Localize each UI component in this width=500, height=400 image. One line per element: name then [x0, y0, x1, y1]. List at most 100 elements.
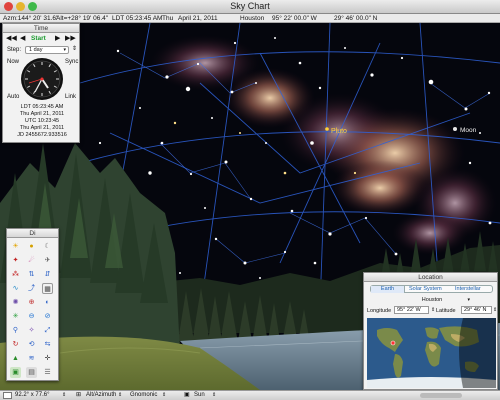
- moon-marker[interactable]: [453, 127, 457, 131]
- meridian-icon[interactable]: ⊘: [42, 311, 53, 322]
- field-of-view: 92.2° x 77.6°: [15, 392, 50, 398]
- pluto-label: Pluto: [331, 128, 347, 135]
- location-panel: Location Earth Solar System Interstellar…: [363, 272, 498, 390]
- longitude-readout: 95° 22' 00.0" W: [272, 15, 317, 22]
- longitude-field[interactable]: 95° 22' W: [394, 306, 429, 314]
- projection-select[interactable]: Gnomonic: [130, 391, 157, 400]
- chevron-down-icon: ▾: [467, 297, 470, 303]
- planet-icon[interactable]: ●: [26, 241, 37, 252]
- rotate-icon[interactable]: ⟲: [26, 339, 37, 350]
- step-back-double-button[interactable]: ◀◀: [6, 34, 17, 42]
- boundary-icon[interactable]: ⇅: [26, 269, 37, 280]
- galaxy-icon[interactable]: ✧: [26, 325, 37, 336]
- title-bar: Sky Chart: [0, 0, 500, 14]
- start-button[interactable]: Start: [31, 35, 46, 42]
- tab-solar-system[interactable]: Solar System: [409, 286, 442, 293]
- ldt-date: Thu April 21, 2011: [19, 111, 65, 117]
- step-select[interactable]: 1 day ▾: [25, 46, 69, 54]
- satellite-icon[interactable]: ✈: [42, 255, 53, 266]
- landscape-icon[interactable]: ▲: [10, 353, 21, 364]
- center-body-select[interactable]: Sun: [194, 391, 205, 400]
- latitude-stepper-icon[interactable]: ⇕: [493, 305, 497, 315]
- atmosphere-icon[interactable]: ≋: [26, 353, 37, 364]
- equator-icon[interactable]: ⊖: [26, 311, 37, 322]
- step-label: Step:: [7, 47, 22, 53]
- julian-date: JD 2455672.933516: [17, 132, 67, 138]
- auto-button[interactable]: Auto: [7, 94, 19, 100]
- time-panel: Time ◀◀ ◀ Start ▶ ▶▶ Step: 1 day ▾ ⇕ Now…: [2, 23, 80, 143]
- location-marker[interactable]: [390, 340, 396, 346]
- pluto-marker[interactable]: [325, 127, 329, 131]
- city-select[interactable]: Houston ▾: [392, 296, 472, 304]
- ecliptic-icon[interactable]: ⊕: [26, 297, 37, 308]
- window-title: Sky Chart: [230, 1, 270, 11]
- latitude-readout: 29° 46' 00.0" N: [334, 15, 378, 22]
- moon-phase-icon[interactable]: ☾: [42, 241, 53, 252]
- fov-dropdown-icon[interactable]: ⇕: [62, 391, 66, 400]
- body-dropdown-icon[interactable]: ⇕: [212, 391, 216, 400]
- location-coordinates: Longitude 95° 22' W ⇕ Latitude 29° 46' N…: [367, 306, 497, 316]
- tab-interstellar[interactable]: Interstellar: [455, 286, 481, 293]
- analog-clock-icon: [21, 58, 63, 100]
- projection-dropdown-icon[interactable]: ⇕: [162, 391, 166, 400]
- latitude-label: Latitude: [436, 308, 456, 314]
- magnitude-icon[interactable]: ⚲: [10, 325, 21, 336]
- altitude-readout: Alt=+28° 19' 06.4": [56, 15, 109, 22]
- constellation-icon[interactable]: ⁂: [10, 269, 21, 280]
- city-readout: Houston: [240, 15, 265, 22]
- utc-time: UTC 10:23:45: [24, 118, 60, 124]
- chevron-down-icon: ▾: [63, 47, 66, 53]
- orbit-icon[interactable]: ↻: [10, 339, 21, 350]
- display-tools-panel: Di ☀ ● ☾ ✦ ☄ ✈ ⁂ ⇅ ⇵ ∿ ⤴ ▦ ✺ ⊕ ◐ ✳ ⊖ ⊘ ⚲…: [6, 228, 59, 381]
- moon-label: Moon: [460, 127, 477, 134]
- sky-chart-window: Sky Chart Azm:144° 20' 31.6" Alt=+28° 19…: [0, 0, 500, 400]
- city-value: Houston: [421, 297, 443, 303]
- coords-dropdown-icon[interactable]: ⇕: [118, 391, 122, 400]
- photo-icon[interactable]: ▣: [10, 367, 21, 378]
- azimuth-readout: Azm:144° 20' 31.6": [3, 15, 59, 22]
- step-stepper-icon[interactable]: ⇕: [72, 45, 77, 52]
- info-bar: Azm:144° 20' 31.6" Alt=+28° 19' 06.4" LD…: [0, 14, 500, 23]
- zoom-icon[interactable]: ⤢: [42, 325, 53, 336]
- coordinate-system-icon[interactable]: ⊞: [76, 391, 81, 400]
- tab-earth[interactable]: Earth: [371, 286, 405, 293]
- chart-icon[interactable]: ▤: [26, 367, 37, 378]
- weekday-readout: Thu: [162, 15, 174, 22]
- utc-date: Thu April 21, 2011: [19, 125, 65, 131]
- stars-icon[interactable]: ✦: [10, 255, 21, 266]
- fov-stepper-icon[interactable]: [3, 392, 12, 399]
- link-button[interactable]: Link: [65, 94, 76, 100]
- world-map[interactable]: [367, 318, 496, 388]
- sun-icon[interactable]: ☀: [10, 241, 21, 252]
- longitude-label: Longitude: [367, 308, 392, 314]
- flip-icon[interactable]: ⇆: [42, 339, 53, 350]
- label-icon[interactable]: ✳: [10, 311, 21, 322]
- deep-sky-icon[interactable]: ✺: [10, 297, 21, 308]
- location-panel-title: Location: [364, 273, 497, 282]
- path-icon[interactable]: ⤴: [26, 283, 37, 294]
- compass-icon[interactable]: ✛: [42, 353, 53, 364]
- coordinate-system-select[interactable]: Alt/Azimuth: [86, 391, 116, 400]
- latitude-field[interactable]: 29° 46' N: [461, 306, 492, 314]
- grid-toggle-icon[interactable]: ▦: [42, 283, 53, 294]
- arrows-icon[interactable]: ⇵: [42, 269, 53, 280]
- center-body-icon[interactable]: ▣: [184, 391, 190, 400]
- ldt-time: LDT 05:23:45 AM: [20, 104, 64, 110]
- date-readout: April 21, 2011: [178, 15, 218, 22]
- now-button[interactable]: Now: [7, 59, 19, 65]
- milky-way-icon[interactable]: ∿: [10, 283, 21, 294]
- night-shadow: [459, 318, 496, 388]
- status-bar: 92.2° x 77.6° ⇕ ⊞ Alt/Azimuth ⇕ Gnomonic…: [0, 390, 500, 400]
- step-forward-double-button[interactable]: ▶▶: [65, 34, 76, 42]
- step-forward-button[interactable]: ▶: [55, 34, 60, 42]
- settings-icon[interactable]: ☰: [42, 367, 53, 378]
- display-tools-title: Di: [7, 229, 58, 238]
- ldt-readout: LDT 05:23:45 AM: [112, 15, 163, 22]
- step-value: 1 day: [29, 47, 43, 53]
- step-back-button[interactable]: ◀: [20, 34, 25, 42]
- comet-icon[interactable]: ☄: [26, 255, 37, 266]
- horizontal-scrollbar[interactable]: [420, 393, 462, 398]
- sync-button[interactable]: Sync: [65, 59, 78, 65]
- horizon-icon[interactable]: ◐: [42, 297, 53, 308]
- longitude-stepper-icon[interactable]: ⇕: [431, 305, 435, 315]
